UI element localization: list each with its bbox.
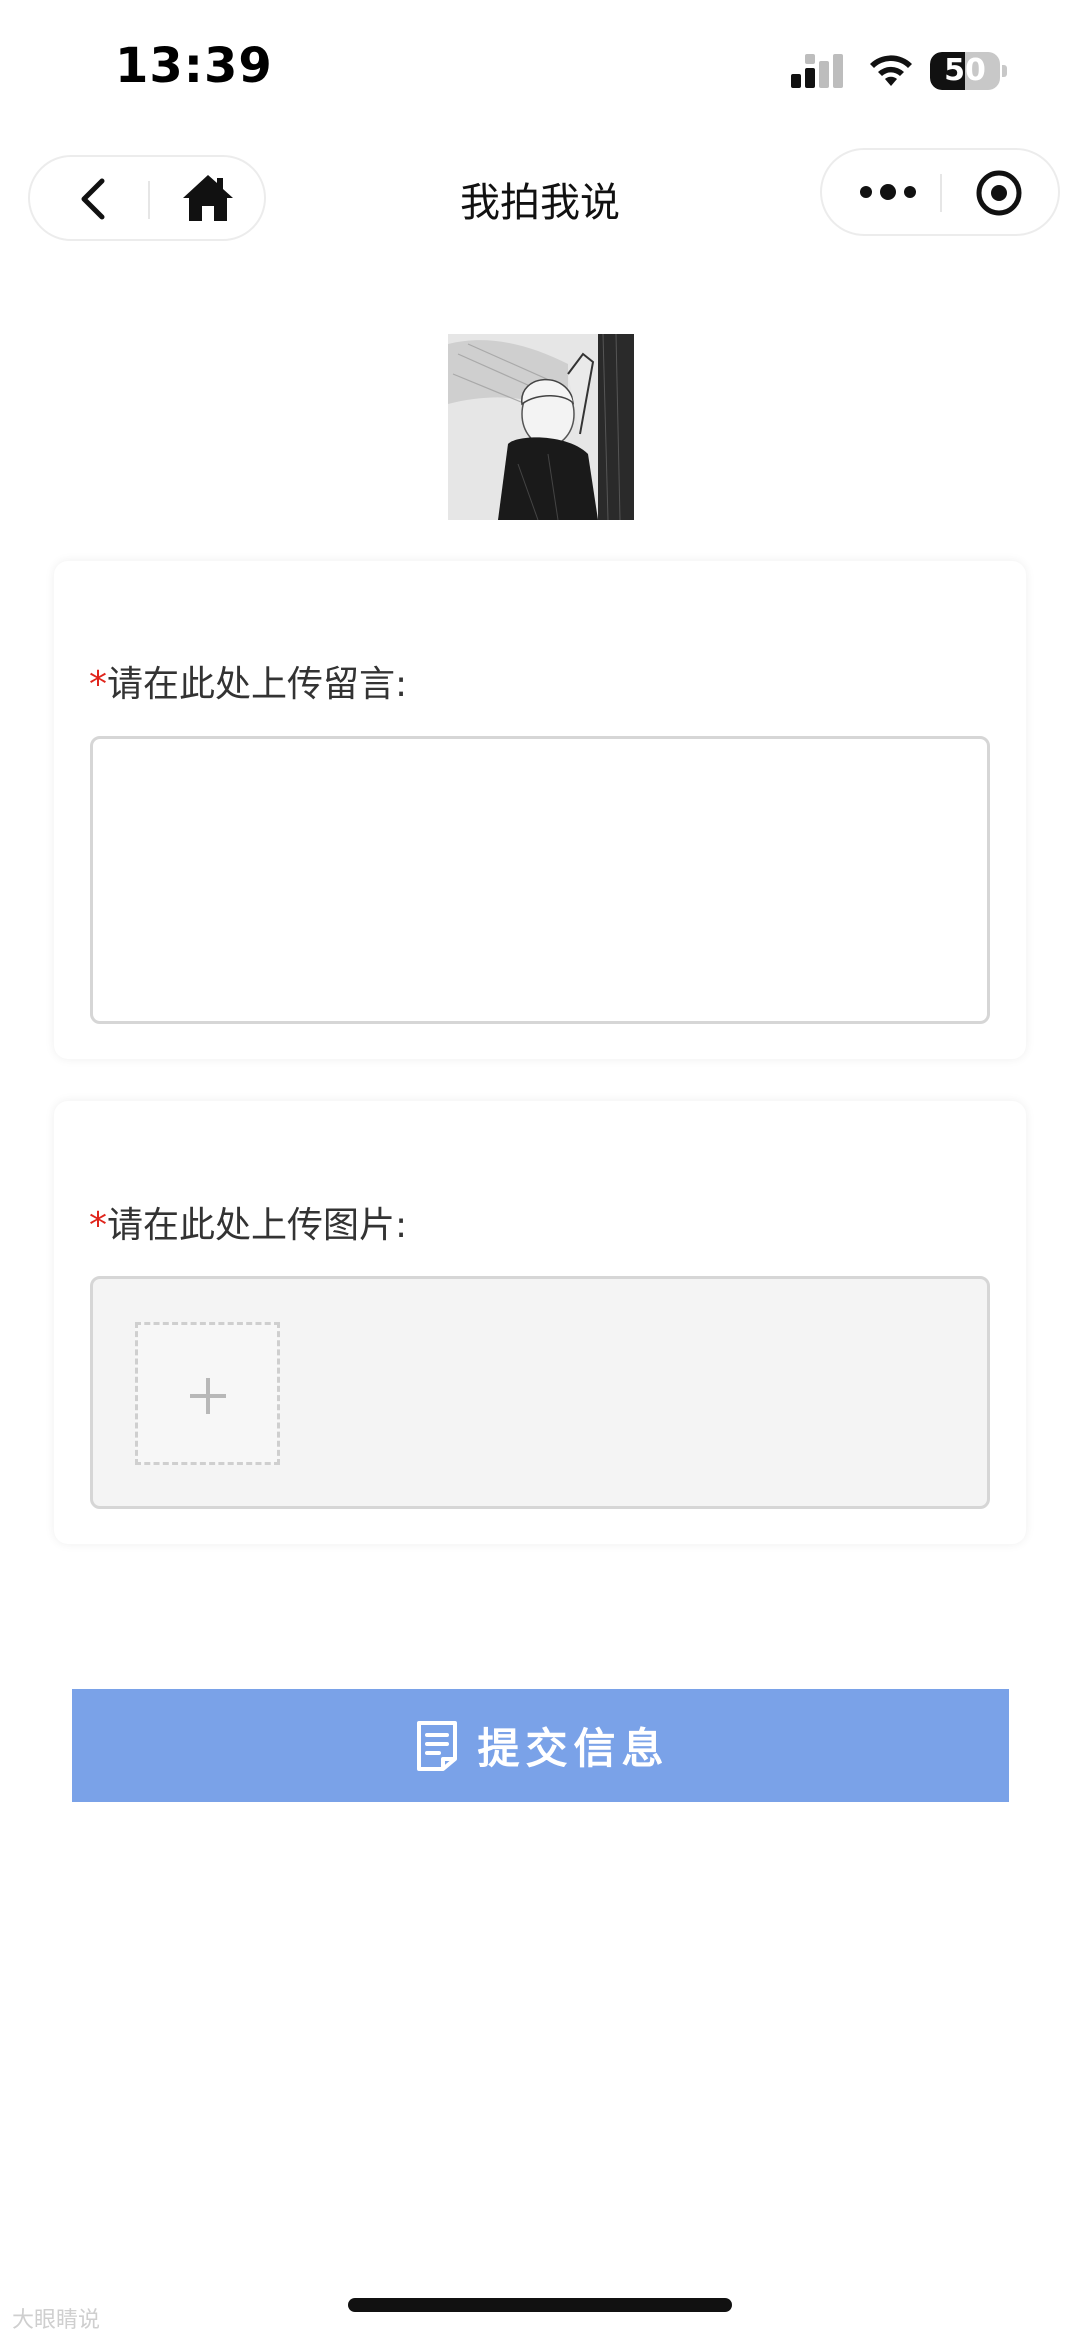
battery-level: 50	[944, 53, 986, 88]
wifi-icon	[870, 55, 912, 86]
banner-illustration	[448, 334, 634, 520]
image-upload-card: *请在此处上传图片:	[54, 1101, 1026, 1544]
watermark: 大眼睛说	[12, 2308, 101, 2333]
home-indicator[interactable]	[348, 2298, 732, 2312]
image-upload-area	[90, 1276, 990, 1509]
nav-divider	[940, 174, 942, 212]
submit-button[interactable]: 提交信息	[72, 1689, 1009, 1802]
battery-icon: 50	[930, 52, 1008, 90]
plus-icon	[206, 1378, 210, 1414]
cellular-signal-icon	[791, 54, 843, 88]
required-mark: *	[89, 1205, 107, 1246]
message-textarea[interactable]	[90, 736, 990, 1024]
image-label: *请在此处上传图片:	[89, 1196, 407, 1248]
submit-button-label: 提交信息	[477, 1724, 670, 1773]
required-mark: *	[89, 664, 107, 705]
message-label-text: 请在此处上传留言:	[107, 664, 408, 705]
image-label-text: 请在此处上传图片:	[107, 1205, 408, 1246]
more-dots-icon[interactable]	[856, 172, 920, 212]
target-circle-icon[interactable]	[974, 168, 1024, 218]
status-bar: 13:39 50	[0, 0, 1080, 140]
add-image-button[interactable]	[135, 1322, 280, 1465]
document-icon	[417, 1720, 458, 1771]
status-time: 13:39	[115, 38, 273, 94]
message-label: *请在此处上传留言:	[89, 655, 407, 707]
nav-capsule-right	[820, 148, 1060, 236]
message-card: *请在此处上传留言:	[54, 561, 1026, 1059]
page: 13:39 50 我拍我说 *请在此处上传留言: *请在此处上传图片: 提交信息…	[0, 0, 1080, 2337]
